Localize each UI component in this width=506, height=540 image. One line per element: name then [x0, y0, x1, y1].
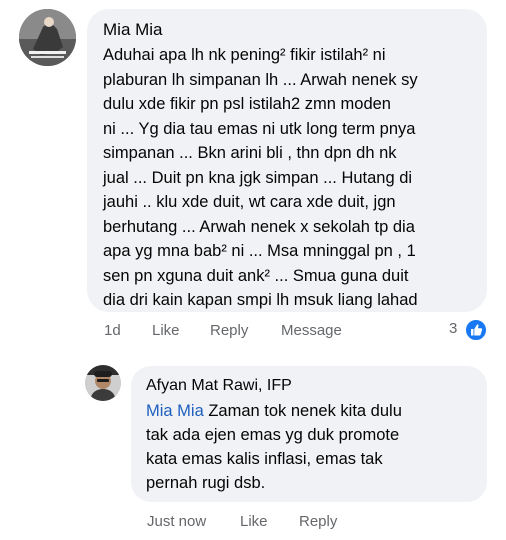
comment-line: dulu xde fikir pn psl istilah2 zmn moden — [103, 95, 391, 113]
reply-line: kata emas kalis inflasi, emas tak — [146, 450, 383, 468]
comment-line: apa yg mna bab² ni ... Msa mninggal pn ,… — [103, 242, 416, 260]
comment-line: plaburan lh simpanan lh ... Arwah nenek … — [103, 70, 418, 89]
avatar-mia-mia[interactable] — [19, 9, 76, 66]
comment-author-name[interactable]: Mia Mia — [103, 19, 487, 41]
comment-line: dia dri kain kapan smpi lh msuk liang la… — [103, 291, 418, 309]
comment-line: berhutang ... Arwah nenek x sekolah tp d… — [103, 217, 415, 236]
comment-line: sen pn xguna duit ank² ... Smua guna dui… — [103, 266, 409, 285]
avatar-image — [85, 365, 121, 401]
reply-line: Mia Mia Zaman tok nenek kita dulu — [146, 399, 487, 423]
comment-text: Aduhai apa lh nk pening² fikir istilah² … — [103, 43, 487, 313]
reply-text: Mia Mia Zaman tok nenek kita dulu tak ad… — [146, 399, 487, 495]
reply-timestamp[interactable]: Just now — [147, 513, 206, 530]
avatar-image — [19, 9, 76, 66]
comment-line: jual ... Duit pn kna jgk simpan ... Huta… — [103, 168, 413, 187]
comment-line: jauhi .. klu xde duit, wt cara xde duit,… — [103, 193, 396, 211]
reply-line: tak ada ejen emas yg duk promote — [146, 426, 400, 444]
thumbs-up-glyph — [471, 324, 483, 336]
reply-bubble: Afyan Mat Rawi, IFP Mia Mia Zaman tok ne… — [131, 366, 487, 502]
reply-like-button[interactable]: Like — [240, 513, 268, 530]
reply-line: pernah rugi dsb. — [146, 474, 266, 492]
comment-line: ni ... Yg dia tau emas ni utk long term … — [103, 119, 416, 138]
message-button[interactable]: Message — [281, 322, 342, 339]
comment-line: simpanan ... Bkn arini bli , thn dpn dh … — [103, 144, 397, 162]
comment-line: Aduhai apa lh nk pening² fikir istilah² … — [103, 46, 386, 64]
comment-bubble: Mia Mia Aduhai apa lh nk pening² fikir i… — [87, 9, 487, 312]
comment-timestamp[interactable]: 1d — [104, 322, 121, 339]
reply-line-text: Zaman tok nenek kita dulu — [203, 402, 402, 420]
reply-author-name[interactable]: Afyan Mat Rawi, IFP — [146, 375, 487, 397]
mention-link[interactable]: Mia Mia — [146, 402, 204, 420]
reaction-count[interactable]: 3 — [449, 320, 457, 337]
like-icon[interactable] — [464, 318, 488, 342]
reply-button[interactable]: Reply — [210, 322, 248, 339]
avatar-afyan[interactable] — [85, 365, 121, 401]
reply-reply-button[interactable]: Reply — [299, 513, 337, 530]
like-button[interactable]: Like — [152, 322, 180, 339]
